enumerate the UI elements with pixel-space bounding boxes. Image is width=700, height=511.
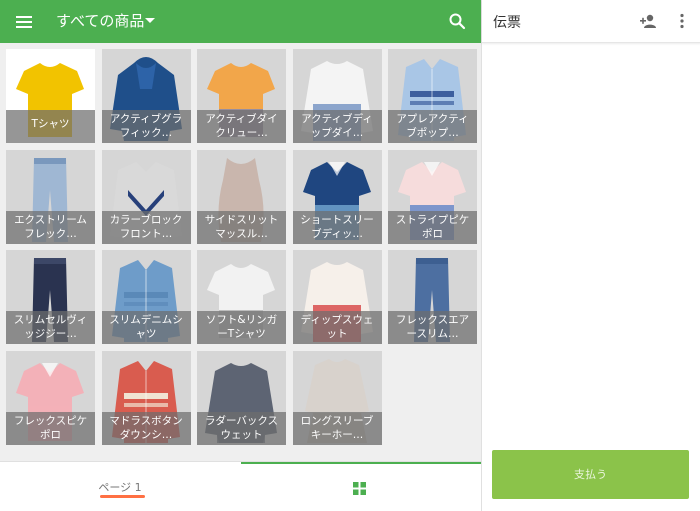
search-icon[interactable]: [448, 12, 466, 30]
page-tab[interactable]: ページ 1: [0, 462, 240, 511]
ticket-title: 伝票: [493, 15, 521, 31]
product-tile[interactable]: ソフト&リンガーTシャツ: [197, 250, 286, 344]
grid-view-tab[interactable]: [241, 462, 481, 511]
product-name: エクストリームフレック…: [6, 210, 95, 244]
product-name: マドラスボタンダウンシ…: [101, 411, 191, 445]
product-name: アプレアクティブポップ…: [388, 110, 477, 143]
product-tile[interactable]: マドラスボタンダウンシ…: [101, 350, 191, 445]
ticket-items-area: [482, 44, 700, 444]
product-name: ストライプピケポロ: [388, 210, 477, 244]
product-tile[interactable]: スリムデニムシャツ: [101, 250, 191, 344]
product-name: アクティブダイクリュー…: [197, 110, 286, 143]
top-app-bar: すべての商品: [0, 0, 481, 43]
menu-icon[interactable]: [14, 12, 34, 32]
product-tile[interactable]: スリムセルヴィッジジー…: [6, 250, 95, 344]
product-tile[interactable]: エクストリームフレック…: [6, 149, 95, 244]
product-name: フレックスピケポロ: [6, 411, 95, 445]
product-name: フレックスエアースリム…: [388, 311, 477, 344]
add-person-icon[interactable]: [639, 12, 657, 30]
product-tile[interactable]: フレックスピケポロ: [6, 350, 95, 445]
page-indicator: [100, 495, 145, 498]
product-tile[interactable]: ディップスウェット: [292, 250, 382, 344]
product-name: ラダーバックスウェット: [197, 411, 286, 445]
product-panel: すべての商品 Tシャツ アクティブグラフィック… アクティブダイクリュー… アクティブ…: [0, 0, 481, 511]
bottom-nav: ページ 1: [0, 461, 481, 511]
ticket-panel: 伝票 支払う: [481, 0, 700, 511]
product-tile[interactable]: Tシャツ: [6, 49, 95, 143]
product-tile[interactable]: アクティブディップダイ…: [292, 49, 382, 143]
product-grid: Tシャツ アクティブグラフィック… アクティブダイクリュー… アクティブディップダイ……: [6, 49, 477, 445]
product-tile[interactable]: アクティブグラフィック…: [101, 49, 191, 143]
product-tile[interactable]: サイドスリットマッスル…: [197, 149, 286, 244]
product-name: ディップスウェット: [292, 311, 382, 344]
product-name: スリムセルヴィッジジー…: [6, 311, 95, 344]
ticket-header: 伝票: [482, 0, 700, 43]
product-name: ソフト&リンガーTシャツ: [197, 311, 286, 344]
product-name: アクティブグラフィック…: [101, 110, 191, 143]
grid-view-icon: [353, 482, 366, 495]
category-title[interactable]: すべての商品: [56, 11, 144, 31]
product-tile[interactable]: ロングスリーブキーホー…: [292, 350, 382, 445]
product-name: サイドスリットマッスル…: [197, 210, 286, 244]
product-tile[interactable]: アプレアクティブポップ…: [388, 49, 477, 143]
product-name: Tシャツ: [6, 110, 95, 143]
product-name: ロングスリーブキーホー…: [292, 411, 382, 445]
product-name: スリムデニムシャツ: [101, 311, 191, 344]
product-name: カラーブロックフロント…: [101, 210, 191, 244]
product-name: ショートスリーブディッ…: [292, 210, 382, 244]
product-tile[interactable]: カラーブロックフロント…: [101, 149, 191, 244]
product-tile[interactable]: ラダーバックスウェット: [197, 350, 286, 445]
product-tile[interactable]: アクティブダイクリュー…: [197, 49, 286, 143]
page-label: ページ 1: [98, 481, 142, 494]
product-tile[interactable]: フレックスエアースリム…: [388, 250, 477, 344]
more-vertical-icon[interactable]: [673, 12, 691, 30]
product-name: アクティブディップダイ…: [292, 110, 382, 143]
pay-button[interactable]: 支払う: [492, 450, 689, 499]
product-tile[interactable]: ショートスリーブディッ…: [292, 149, 382, 244]
product-tile[interactable]: ストライプピケポロ: [388, 149, 477, 244]
dropdown-caret-icon[interactable]: [145, 18, 155, 23]
